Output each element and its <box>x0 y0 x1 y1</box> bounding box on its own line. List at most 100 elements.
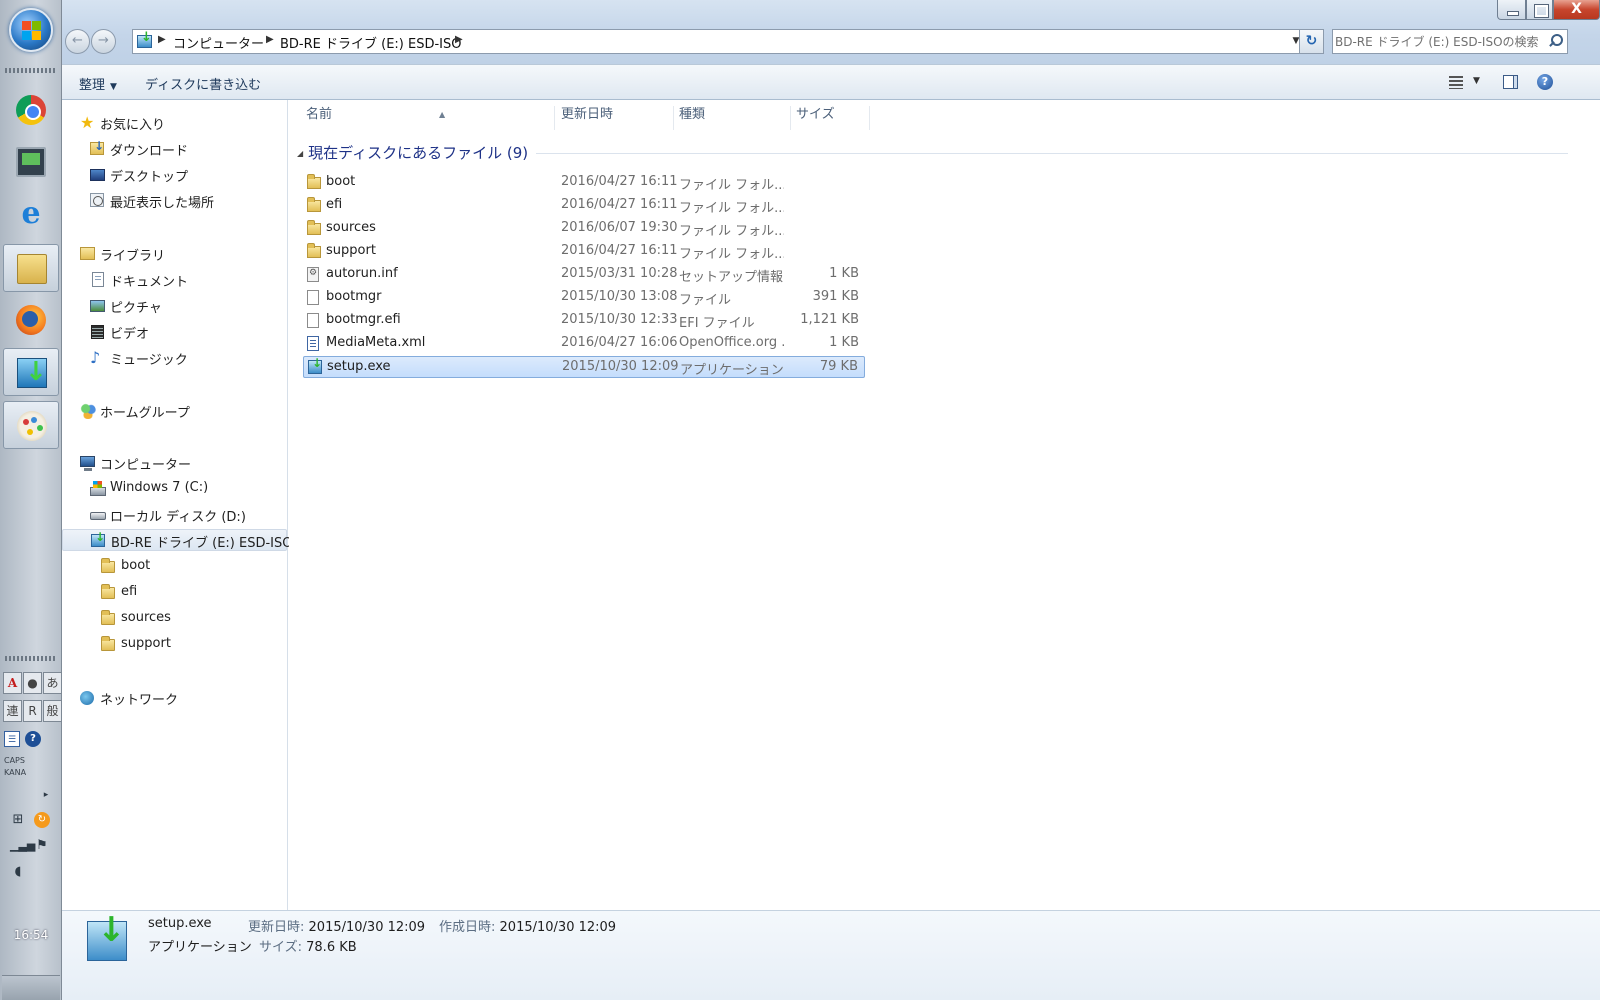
column-header-size[interactable]: サイズ <box>792 106 870 130</box>
nav-drive-c-label: Windows 7 (C:) <box>110 480 209 495</box>
nav-music-label: ミュージック <box>110 353 188 368</box>
file-row[interactable]: bootmgr 2015/10/30 13:08 ファイル 391 KB <box>303 287 865 309</box>
forward-arrow-icon: → <box>98 33 109 48</box>
file-date: 2016/04/27 16:11 <box>561 243 678 258</box>
update-icon[interactable]: ↻ <box>34 812 50 828</box>
breadcrumb-drive[interactable]: BD-RE ドライブ (E:) ESD-ISO <box>280 33 462 52</box>
burn-to-disc-button[interactable]: ディスクに書き込む <box>145 74 261 93</box>
minimize-button[interactable] <box>1497 0 1526 20</box>
column-header-date[interactable]: 更新日時 <box>557 106 674 130</box>
column-header-name[interactable]: 名前 ▲ <box>302 106 555 130</box>
column-header-type[interactable]: 種類 <box>675 106 791 130</box>
downloads-folder-icon <box>90 139 104 155</box>
details-created: 作成日時: 2015/10/30 12:09 <box>439 916 616 935</box>
details-filename: setup.exe <box>148 916 212 931</box>
breadcrumb-computer[interactable]: コンピューター <box>173 33 264 52</box>
file-name: MediaMeta.xml <box>326 335 426 350</box>
application-icon <box>308 356 322 374</box>
file-row[interactable]: boot 2016/04/27 16:11 ファイル フォル... <box>303 172 865 194</box>
group-header[interactable]: ◢ 現在ディスクにあるファイル (9) <box>297 142 528 163</box>
change-view-icon[interactable] <box>1449 76 1463 89</box>
ime-general-key[interactable]: 般 <box>43 700 62 722</box>
details-pane: setup.exe アプリケーション 更新日時: 2015/10/30 12:0… <box>62 910 1600 1000</box>
details-filetype: アプリケーション <box>148 940 252 955</box>
file-row[interactable]: setup.exe 2015/10/30 12:09アプリケーション 79 KB <box>303 356 865 378</box>
taskbar-ie-button[interactable]: e <box>3 190 59 238</box>
organize-menu[interactable]: 整理 ▼ <box>79 74 117 93</box>
taskbar-paint-button[interactable] <box>3 401 59 449</box>
nav-folder-boot-label: boot <box>121 558 151 573</box>
file-name: sources <box>326 220 376 235</box>
refresh-button[interactable]: ↻ <box>1299 29 1324 54</box>
file-size: 79 KB <box>819 359 858 374</box>
file-name: setup.exe <box>327 359 391 374</box>
volume-icon[interactable]: ◖ <box>10 864 26 880</box>
clock[interactable]: 16:54 <box>0 928 62 942</box>
windows-drive-icon <box>90 481 106 496</box>
tray-grip[interactable] <box>5 656 57 661</box>
group-divider <box>536 153 1568 154</box>
file-row[interactable]: sources 2016/06/07 19:30 ファイル フォル... <box>303 218 865 240</box>
setup-icon <box>17 357 47 388</box>
title-bar[interactable]: X ← → ▼ ↓ ▶ コンピューター ▶ BD-RE ドライブ (E:) ES… <box>62 0 1600 64</box>
collapse-triangle-icon[interactable]: ◢ <box>297 149 303 158</box>
folder-icon <box>101 584 115 599</box>
nav-recent-places-label: 最近表示した場所 <box>110 196 215 211</box>
search-icon[interactable] <box>1547 34 1563 49</box>
ime-dot-key[interactable]: ● <box>23 672 42 694</box>
taskbar-chrome-button[interactable] <box>3 86 59 134</box>
taskbar-setup-button[interactable] <box>3 348 59 396</box>
address-bar[interactable]: ↓ ▶ コンピューター ▶ BD-RE ドライブ (E:) ESD-ISO ▶ <box>132 29 1319 54</box>
xml-file-icon <box>307 336 319 351</box>
file-row[interactable]: bootmgr.efi 2015/10/30 12:33 EFI ファイル 1,121… <box>303 310 865 332</box>
taskbar-computer-button[interactable] <box>3 138 59 186</box>
forward-button[interactable]: → <box>91 29 116 54</box>
file-name: bootmgr <box>326 289 382 304</box>
file-row[interactable]: support 2016/04/27 16:11 ファイル フォル... <box>303 241 865 263</box>
file-type: OpenOffice.org ... <box>679 335 784 350</box>
drive-icon: ↓ <box>137 30 154 50</box>
flag-icon[interactable]: ⚑ <box>34 838 50 854</box>
file-row[interactable]: autorun.inf 2015/03/31 10:28セットアップ情報 1 KB <box>303 264 865 286</box>
taskbar-firefox-button[interactable] <box>3 296 59 344</box>
show-desktop-button[interactable] <box>2 975 60 1000</box>
file-row[interactable]: MediaMeta.xml 2016/04/27 16:06 OpenOffice.… <box>303 333 865 355</box>
file-name: efi <box>326 197 343 212</box>
ime-pad-icon[interactable]: ☰ <box>4 731 20 747</box>
file-date: 2016/04/27 16:11 <box>561 197 678 212</box>
group-header-label: 現在ディスクにあるファイル (9) <box>308 144 529 162</box>
taskbar-grip[interactable] <box>5 68 57 73</box>
back-button[interactable]: ← <box>65 29 90 54</box>
help-icon[interactable]: ? <box>1537 74 1553 90</box>
windows-logo-icon <box>22 21 42 41</box>
homegroup-icon <box>80 403 96 419</box>
view-options-dropdown[interactable]: ▼ <box>1473 76 1480 86</box>
start-button[interactable] <box>9 8 53 52</box>
breadcrumb-separator-icon[interactable]: ▶ <box>455 34 463 45</box>
file-type: セットアップ情報 <box>679 270 784 285</box>
tray-expand-icon[interactable]: ▸ <box>38 787 54 803</box>
nav-drive-e[interactable]: BD-RE ドライブ (E:) ESD-ISO <box>62 529 293 551</box>
navigation-pane: ★ お気に入り ダウンロード デスクトップ 最近表示した場所 ライブラリ ドキュ… <box>62 100 293 910</box>
file-row[interactable]: efi 2016/04/27 16:11 ファイル フォル... <box>303 195 865 217</box>
ime-mode-key[interactable]: A <box>3 672 22 694</box>
file-name: bootmgr.efi <box>326 312 401 327</box>
breadcrumb-separator-icon[interactable]: ▶ <box>158 34 166 45</box>
action-center-icon[interactable]: ⊞ <box>10 812 26 828</box>
file-size: 1,121 KB <box>800 312 859 327</box>
network-signal-icon[interactable]: ▁▃▅ <box>10 838 35 854</box>
file-size: 1 KB <box>829 335 859 350</box>
ime-toolbar-row-2: 連 R 般 <box>3 700 62 722</box>
search-box[interactable] <box>1332 29 1568 54</box>
breadcrumb-separator-icon[interactable]: ▶ <box>266 34 274 45</box>
ime-hiragana-key[interactable]: あ <box>43 672 62 694</box>
close-button[interactable]: X <box>1553 0 1600 20</box>
ime-r-key[interactable]: R <box>23 700 42 722</box>
ime-conversion-key[interactable]: 連 <box>3 700 22 722</box>
folder-icon <box>307 174 321 189</box>
maximize-button[interactable] <box>1526 0 1553 20</box>
preview-pane-icon[interactable] <box>1503 75 1518 89</box>
search-input[interactable] <box>1335 32 1541 51</box>
ime-help-icon[interactable]: ? <box>25 731 41 747</box>
taskbar-explorer-button[interactable] <box>3 244 59 292</box>
